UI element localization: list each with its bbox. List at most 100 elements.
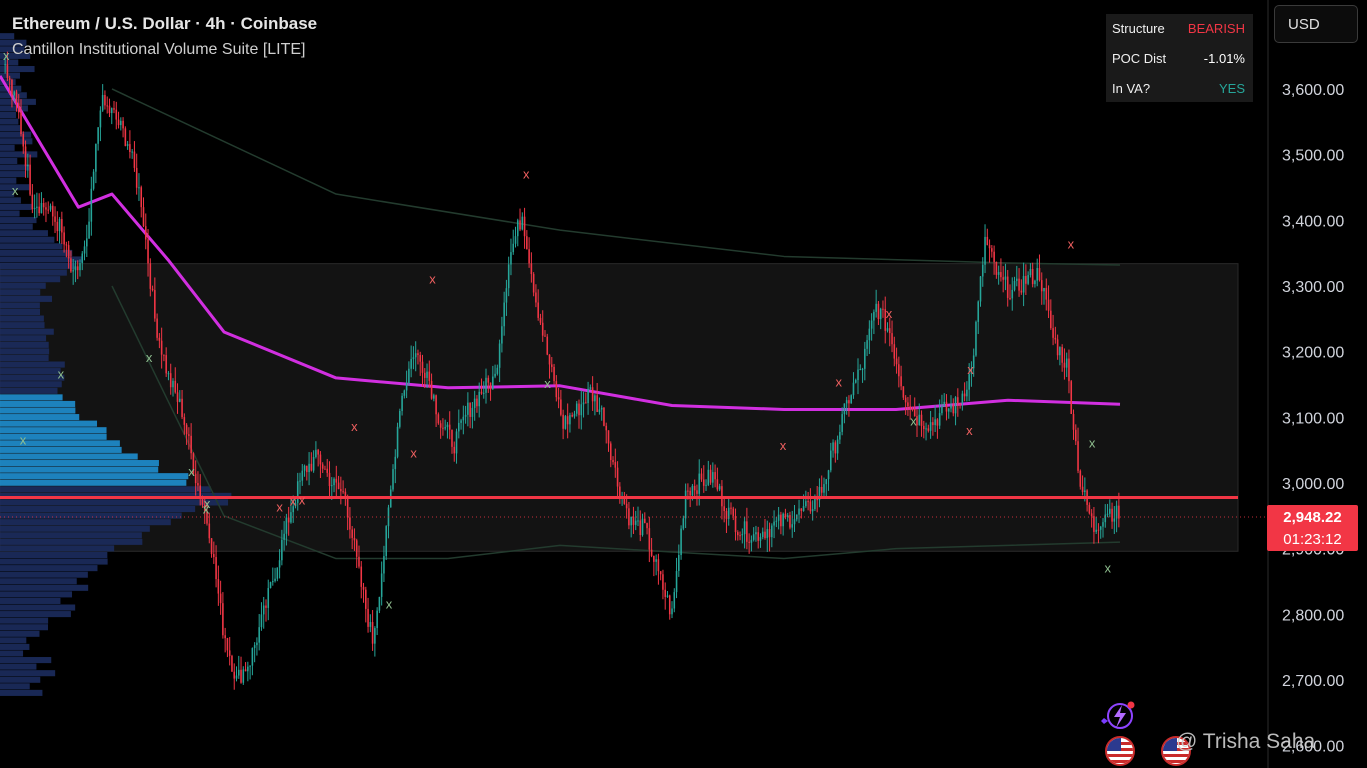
candle: [875, 303, 877, 312]
lightning-icon[interactable]: [1098, 699, 1138, 733]
candle: [1036, 268, 1039, 281]
candle: [650, 549, 653, 556]
candle: [791, 524, 794, 528]
candle: [716, 479, 719, 490]
candle: [22, 134, 25, 147]
candle: [158, 337, 161, 341]
candle: [573, 413, 576, 417]
candle: [453, 446, 456, 454]
candle: [299, 480, 301, 482]
candle: [185, 424, 188, 435]
profile-bar: [0, 473, 189, 480]
candle: [780, 514, 782, 527]
candle: [6, 64, 9, 78]
candle: [616, 467, 619, 487]
swing-low-marker: x: [58, 367, 65, 382]
candle: [811, 509, 814, 512]
swing-low-marker: x: [188, 464, 195, 479]
candle: [632, 516, 635, 525]
candle: [115, 109, 118, 120]
price-chart[interactable]: xxxxxxxxxxxxxxxxxxxxxxxxxx3,600.003,500.…: [0, 0, 1367, 768]
candle: [328, 472, 331, 487]
candle: [290, 512, 292, 523]
profile-bar: [0, 361, 65, 368]
candle: [183, 417, 186, 425]
profile-bar: [0, 269, 67, 276]
candle: [1038, 268, 1041, 281]
candle: [829, 450, 832, 471]
profile-bar: [0, 197, 21, 204]
candle: [265, 605, 267, 608]
profile-bar: [0, 230, 48, 237]
us-flag-icon[interactable]: [1105, 736, 1135, 766]
candle: [598, 409, 601, 413]
candle: [578, 403, 580, 416]
candle: [1034, 280, 1036, 285]
y-tick-label: 3,100.00: [1282, 410, 1344, 427]
candle: [430, 380, 433, 399]
candle: [392, 469, 394, 490]
candle: [1102, 522, 1104, 527]
swing-high-marker: x: [299, 493, 306, 508]
profile-bar: [0, 400, 76, 407]
candle: [882, 308, 884, 310]
profile-bar: [0, 276, 61, 283]
candle: [693, 485, 696, 491]
profile-bar: [0, 597, 61, 604]
profile-bar: [0, 407, 76, 414]
candle: [746, 521, 748, 542]
info-label: POC Dist: [1112, 51, 1167, 66]
candle: [560, 399, 562, 415]
indicator-name[interactable]: Cantillon Institutional Volume Suite [LI…: [12, 41, 306, 59]
candle: [110, 108, 113, 114]
candle: [700, 473, 703, 480]
price-axis: 3,600.00 3,500.00 3,400.00 3,300.00 3,200.00…: [1282, 82, 1344, 756]
candle: [1063, 362, 1066, 368]
candle: [306, 465, 308, 473]
swing-high-marker: x: [523, 166, 530, 181]
swing-high-marker: x: [836, 375, 843, 390]
candle: [1006, 276, 1009, 298]
candle: [478, 391, 481, 407]
candle: [603, 407, 605, 426]
profile-bar: [0, 374, 65, 381]
profile-bar: [0, 565, 98, 572]
candle: [8, 77, 11, 80]
swing-low-marker: x: [12, 183, 19, 198]
profile-bar: [0, 453, 138, 460]
candle: [215, 557, 217, 580]
candle: [927, 428, 930, 431]
candle: [807, 501, 809, 503]
candle: [108, 105, 111, 114]
candle: [643, 518, 646, 524]
candle: [281, 539, 283, 561]
profile-bar: [0, 683, 30, 690]
candle: [33, 207, 36, 210]
candle: [585, 402, 587, 404]
chart-area[interactable]: x x x x x x x x x x x x x x x x x x x x x x x x x x 3,600.00 3,500.…: [0, 0, 1367, 768]
swing-high-marker: x: [276, 499, 283, 514]
candle: [859, 369, 862, 371]
profile-bar: [0, 538, 143, 545]
candle: [557, 397, 560, 400]
candle: [895, 358, 898, 365]
profile-bar: [0, 381, 62, 388]
candle: [605, 425, 608, 431]
currency-button[interactable]: USD: [1274, 5, 1358, 43]
candle: [712, 472, 714, 483]
candle: [120, 120, 122, 126]
candle: [83, 246, 86, 254]
swing-low-marker: x: [1089, 436, 1096, 451]
candle: [766, 529, 769, 539]
candle: [197, 483, 199, 486]
candle: [469, 402, 471, 417]
candle: [1113, 518, 1116, 522]
candle: [380, 573, 383, 597]
info-row-poc-dist: POC Dist -1.01%: [1106, 44, 1253, 74]
candle: [725, 511, 728, 519]
candle: [222, 603, 224, 636]
candle: [67, 245, 70, 259]
candle: [777, 514, 780, 521]
candle: [135, 167, 138, 188]
candle: [81, 253, 84, 264]
